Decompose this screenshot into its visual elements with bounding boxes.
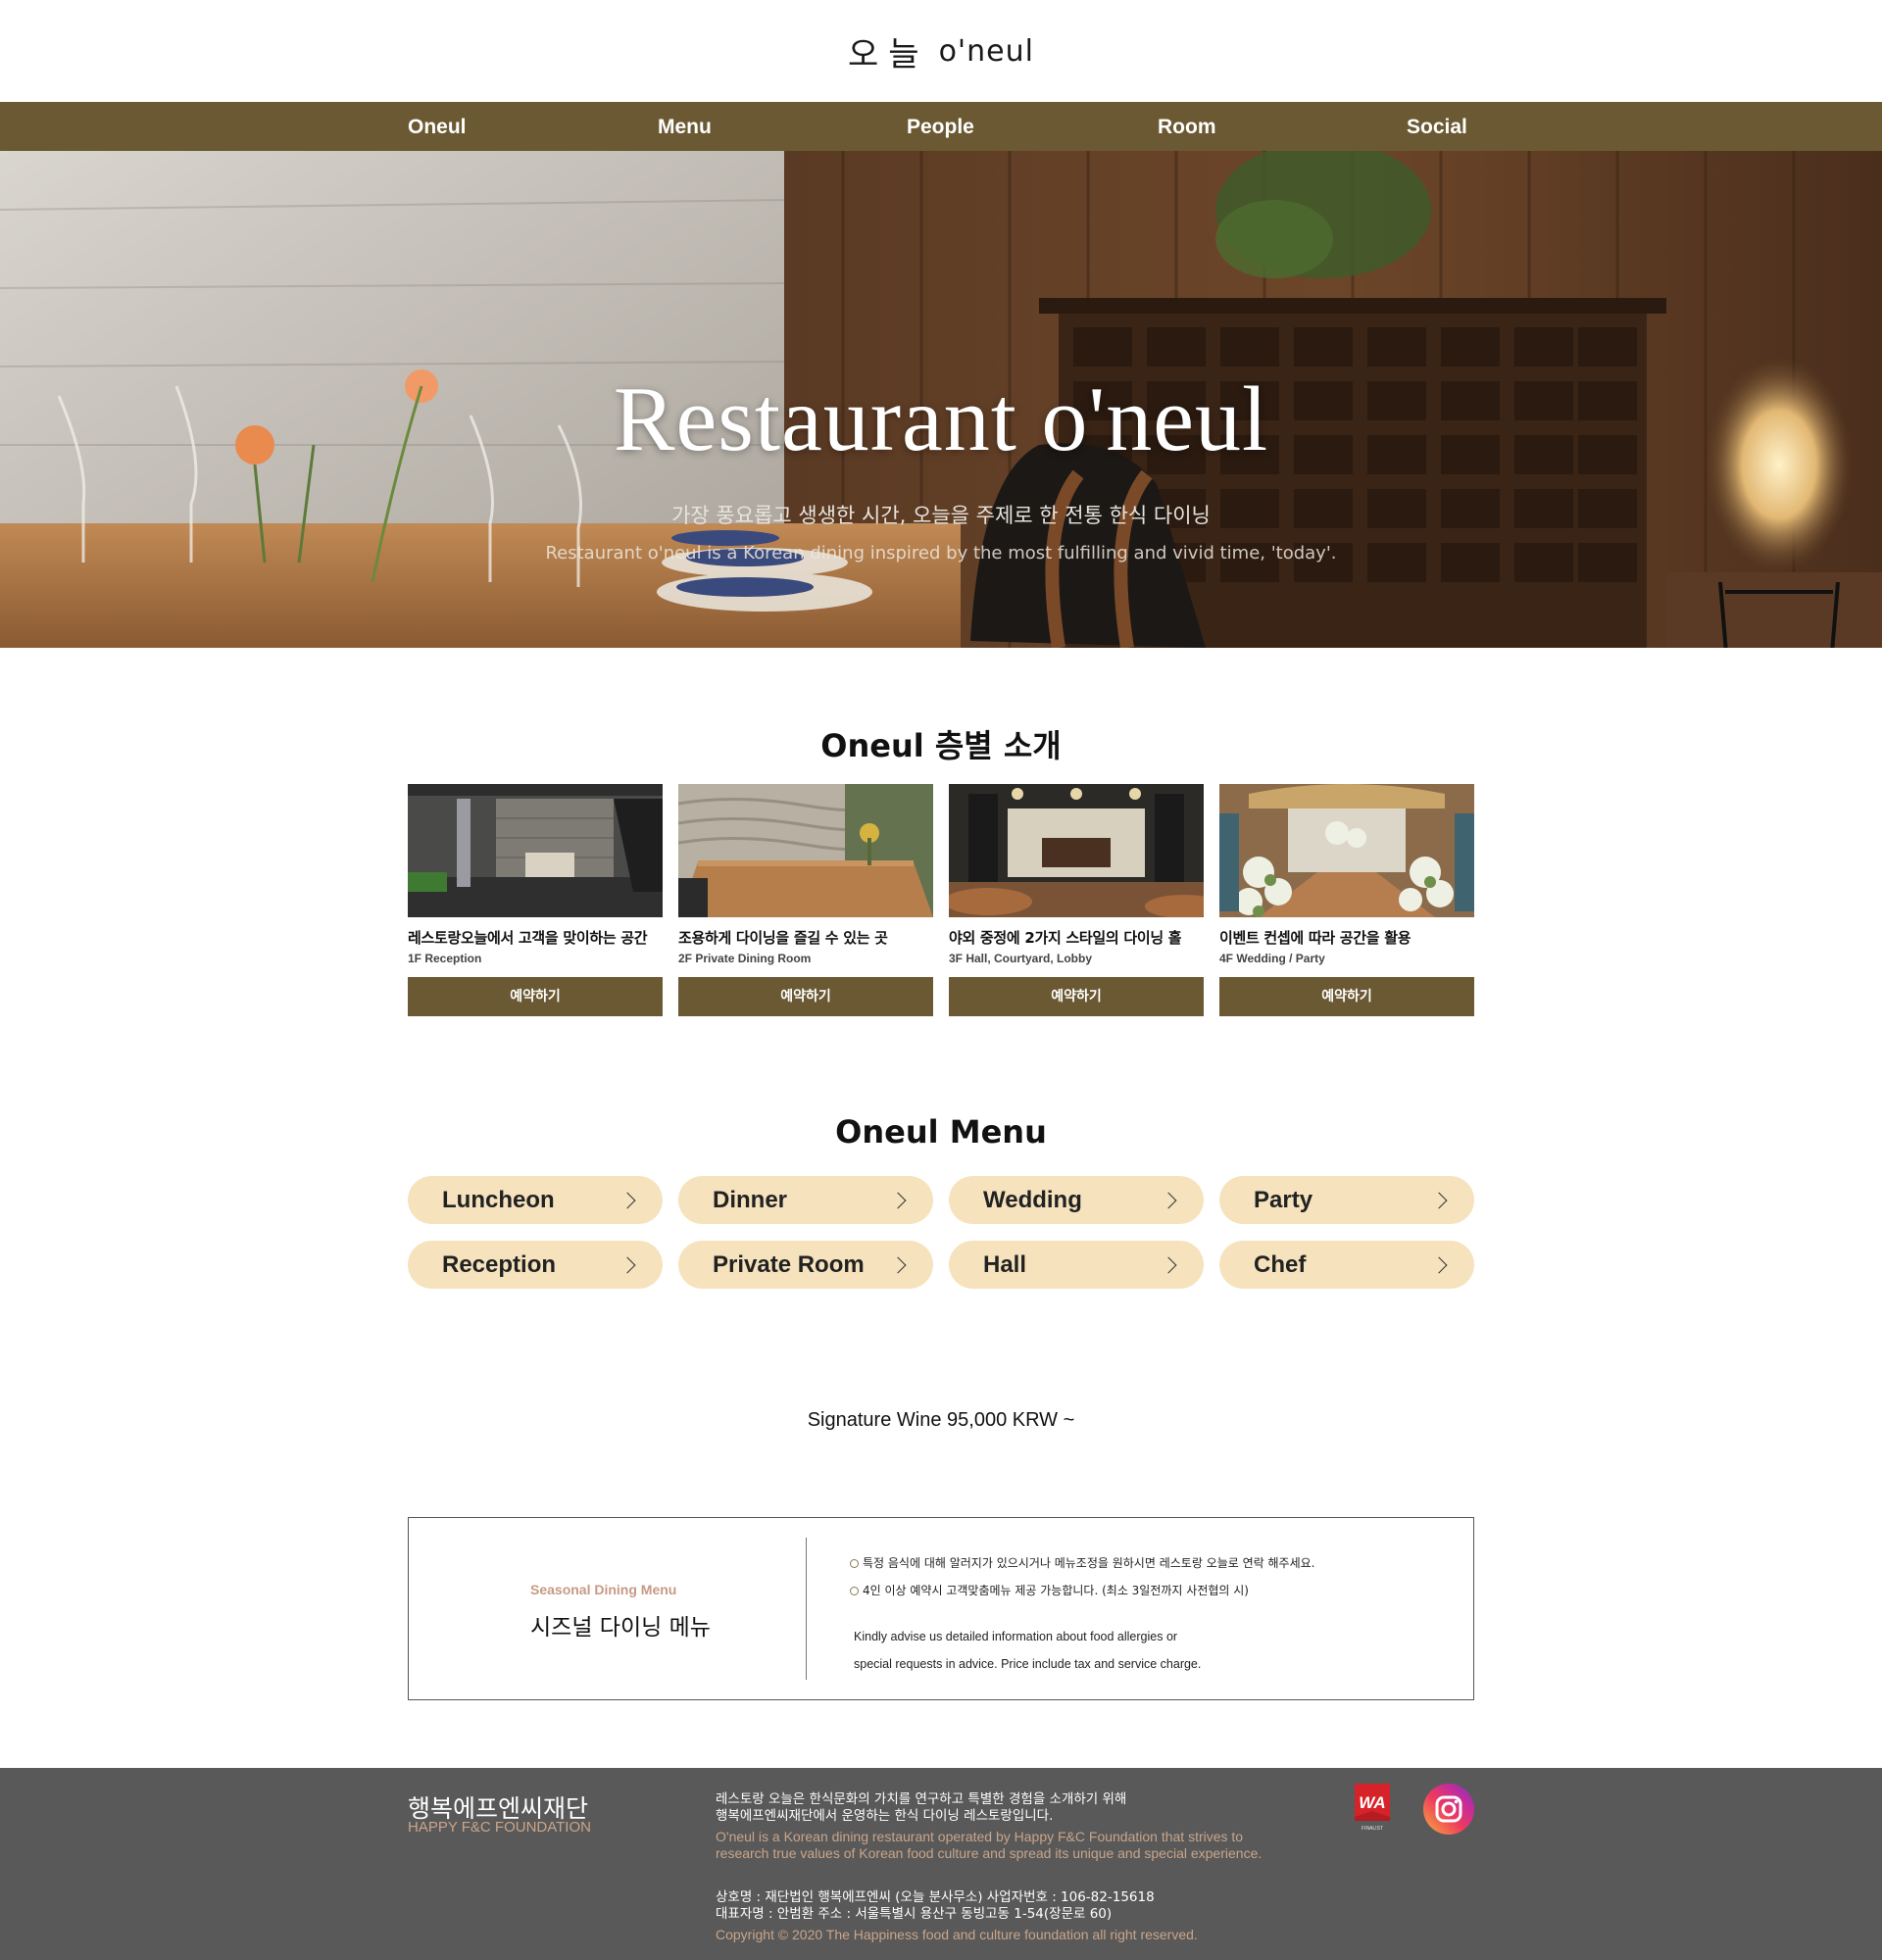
menu-item-label: Wedding <box>983 1186 1082 1213</box>
chevron-right-icon <box>1430 1192 1448 1208</box>
logo-korean: 오늘 <box>848 34 929 74</box>
footer: 행복에프엔씨재단 HAPPY F&C FOUNDATION 레스토랑 오늘은 한… <box>0 1768 1882 1960</box>
footer-copyright: Copyright © 2020 The Happiness food and … <box>716 1927 1198 1942</box>
hero-subtitle-en: Restaurant o'neul is a Korean dining ins… <box>545 543 1337 564</box>
menu-item-wedding[interactable]: Wedding <box>949 1176 1204 1224</box>
circle-bullet-icon <box>850 1587 859 1595</box>
web-award-badge-text: WA <box>1359 1793 1385 1812</box>
floor-subtitle-2f: 2F Private Dining Room <box>678 952 812 965</box>
nav-item-menu[interactable]: Menu <box>658 102 712 151</box>
floor-card-1f: 레스토랑오늘에서 고객을 맞이하는 공간 1F Reception 예약하기 <box>408 784 663 1016</box>
logo-english: o'neul <box>938 33 1034 69</box>
menu-item-label: Chef <box>1254 1250 1307 1278</box>
floor-image-2f[interactable] <box>678 784 933 917</box>
footer-org-name-en: HAPPY F&C FOUNDATION <box>408 1819 591 1836</box>
seasonal-note-allergy: 특정 음식에 대해 알러지가 있으시거나 메뉴조정을 원하시면 레스토랑 오늘로… <box>850 1554 1314 1571</box>
floor-title-3f: 야외 중정에 2가지 스타일의 다이닝 홀 <box>949 929 1182 947</box>
menu-item-party[interactable]: Party <box>1219 1176 1474 1224</box>
seasonal-note-text: 4인 이상 예약시 고객맞춤메뉴 제공 가능합니다. (최소 3일전까지 사전협… <box>863 1584 1249 1597</box>
menu-item-label: Private Room <box>713 1250 865 1278</box>
web-award-icon[interactable]: WA FINALIST <box>1353 1782 1392 1833</box>
menu-item-label: Hall <box>983 1250 1027 1278</box>
reserve-button-3f[interactable]: 예약하기 <box>949 977 1204 1016</box>
chevron-right-icon <box>619 1256 636 1273</box>
seasonal-menu-eng: Seasonal Dining Menu <box>530 1582 677 1597</box>
circle-bullet-icon <box>850 1559 859 1568</box>
menu-item-luncheon[interactable]: Luncheon <box>408 1176 663 1224</box>
seasonal-menu-title: 시즈널 다이닝 메뉴 <box>530 1615 711 1641</box>
reserve-button-1f[interactable]: 예약하기 <box>408 977 663 1016</box>
floor-image-3f[interactable] <box>949 784 1204 917</box>
menu-item-private-room[interactable]: Private Room <box>678 1241 933 1289</box>
chevron-right-icon <box>889 1192 907 1208</box>
chevron-right-icon <box>1430 1256 1448 1273</box>
footer-address: 대표자명 : 안범환 주소 : 서울특별시 용산구 동빙고동 1-54(장문로 … <box>716 1906 1113 1922</box>
menu-item-chef[interactable]: Chef <box>1219 1241 1474 1289</box>
logo[interactable]: 오늘 o'neul <box>848 26 1034 75</box>
footer-desc-en-1: O'neul is a Korean dining restaurant ope… <box>716 1829 1244 1844</box>
seasonal-en-line-2: special requests in advice. Price includ… <box>854 1657 1202 1671</box>
nav-item-social[interactable]: Social <box>1407 102 1467 151</box>
seasonal-menu-box: Seasonal Dining Menu 시즈널 다이닝 메뉴 특정 음식에 대… <box>408 1517 1474 1700</box>
floor-subtitle-1f: 1F Reception <box>408 952 482 965</box>
header: 오늘 o'neul <box>0 0 1882 102</box>
floor-card-4f: 이벤트 컨셉에 따라 공간을 활용 4F Wedding / Party 예약하… <box>1219 784 1474 1016</box>
seasonal-en-line-1: Kindly advise us detailed information ab… <box>854 1630 1178 1643</box>
signature-wine-price: Signature Wine 95,000 KRW ~ <box>807 1409 1075 1431</box>
footer-desc-ko-2: 행복에프엔씨재단에서 운영하는 한식 다이닝 레스토랑입니다. <box>716 1808 1054 1824</box>
footer-desc-en-2: research true values of Korean food cult… <box>716 1845 1263 1861</box>
chevron-right-icon <box>889 1256 907 1273</box>
floor-card-2f: 조용하게 다이닝을 즐길 수 있는 곳 2F Private Dining Ro… <box>678 784 933 1016</box>
menu-item-label: Dinner <box>713 1186 788 1213</box>
nav-item-oneul[interactable]: Oneul <box>408 102 467 151</box>
chevron-right-icon <box>1160 1256 1177 1273</box>
seasonal-note-text: 특정 음식에 대해 알러지가 있으시거나 메뉴조정을 원하시면 레스토랑 오늘로… <box>863 1556 1315 1570</box>
floor-subtitle-4f: 4F Wedding / Party <box>1219 952 1325 965</box>
nav-item-room[interactable]: Room <box>1158 102 1216 151</box>
menu-item-label: Luncheon <box>442 1186 555 1213</box>
menu-title: Oneul Menu <box>835 1113 1047 1151</box>
chevron-right-icon <box>619 1192 636 1208</box>
floor-title-2f: 조용하게 다이닝을 즐길 수 있는 곳 <box>678 929 888 947</box>
floor-image-1f[interactable] <box>408 784 663 917</box>
floor-title-1f: 레스토랑오늘에서 고객을 맞이하는 공간 <box>408 929 648 947</box>
menu-item-hall[interactable]: Hall <box>949 1241 1204 1289</box>
seasonal-note-custom-menu: 4인 이상 예약시 고객맞춤메뉴 제공 가능합니다. (최소 3일전까지 사전협… <box>850 1582 1249 1598</box>
menu-item-reception[interactable]: Reception <box>408 1241 663 1289</box>
menu-item-label: Reception <box>442 1250 557 1278</box>
reserve-button-2f[interactable]: 예약하기 <box>678 977 933 1016</box>
main-nav: Oneul Menu People Room Social <box>0 102 1882 151</box>
divider <box>806 1538 807 1680</box>
floors-title: Oneul 층별 소개 <box>820 727 1062 764</box>
floor-title-4f: 이벤트 컨셉에 따라 공간을 활용 <box>1219 929 1412 947</box>
web-award-finalist-text: FINALIST <box>1362 1826 1383 1832</box>
floor-card-3f: 야외 중정에 2가지 스타일의 다이닝 홀 3F Hall, Courtyard… <box>949 784 1204 1016</box>
hero-banner: Restaurant o'neul 가장 풍요롭고 생생한 시간, 오늘을 주제… <box>0 151 1882 648</box>
chevron-right-icon <box>1160 1192 1177 1208</box>
menu-item-dinner[interactable]: Dinner <box>678 1176 933 1224</box>
menu-item-label: Party <box>1254 1186 1313 1213</box>
floor-image-4f[interactable] <box>1219 784 1474 917</box>
hero-title: Restaurant o'neul <box>613 368 1269 470</box>
nav-item-people[interactable]: People <box>907 102 974 151</box>
instagram-icon[interactable] <box>1423 1784 1474 1835</box>
reserve-button-4f[interactable]: 예약하기 <box>1219 977 1474 1016</box>
hero-subtitle-ko: 가장 풍요롭고 생생한 시간, 오늘을 주제로 한 전통 한식 다이닝 <box>671 504 1211 527</box>
floor-subtitle-3f: 3F Hall, Courtyard, Lobby <box>949 952 1093 965</box>
